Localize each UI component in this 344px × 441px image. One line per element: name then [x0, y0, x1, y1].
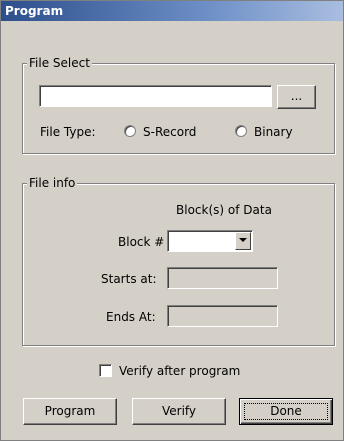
block-number-label: Block # — [118, 235, 165, 249]
title-bar[interactable]: Program — [1, 1, 343, 21]
chevron-down-icon — [239, 238, 247, 242]
file-select-legend: File Select — [27, 56, 92, 70]
verify-button[interactable]: Verify — [132, 398, 226, 425]
srecord-radio[interactable] — [124, 125, 136, 137]
block-number-select[interactable] — [167, 230, 253, 252]
starts-at-field — [167, 267, 278, 289]
file-type-label: File Type: — [40, 125, 96, 139]
blocks-of-data-header: Block(s) of Data — [176, 203, 272, 217]
verify-after-program-checkbox[interactable] — [99, 364, 112, 377]
file-info-legend: File info — [27, 176, 78, 190]
ends-at-label: Ends At: — [106, 310, 156, 324]
browse-button-label: ... — [290, 89, 303, 103]
srecord-radio-label[interactable]: S-Record — [143, 125, 196, 139]
ends-at-field — [167, 305, 278, 327]
program-button[interactable]: Program — [23, 398, 117, 425]
done-button[interactable]: Done — [239, 398, 333, 425]
program-dialog: Program File Select ... File Type: S-Rec… — [0, 0, 344, 441]
browse-button[interactable]: ... — [277, 85, 316, 109]
verify-button-label: Verify — [161, 404, 197, 418]
focus-ring — [244, 403, 328, 420]
binary-radio-label[interactable]: Binary — [254, 125, 293, 139]
binary-radio[interactable] — [235, 125, 247, 137]
dropdown-arrow-button[interactable] — [235, 232, 251, 250]
verify-after-program-label[interactable]: Verify after program — [119, 364, 240, 378]
program-button-label: Program — [44, 404, 96, 418]
file-path-input[interactable] — [39, 85, 272, 107]
starts-at-label: Starts at: — [101, 272, 157, 286]
window-title: Program — [5, 4, 64, 18]
